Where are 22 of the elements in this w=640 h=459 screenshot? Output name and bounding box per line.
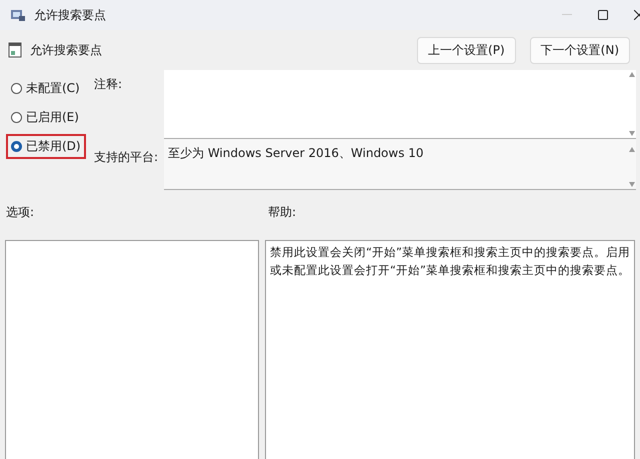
comment-field[interactable] xyxy=(164,70,636,139)
setting-title: 允许搜索要点 xyxy=(30,42,103,58)
radio-option[interactable]: 已禁用(D) xyxy=(6,134,86,159)
maximize-icon[interactable] xyxy=(598,10,608,20)
comment-label: 注释: xyxy=(94,76,124,93)
policy-icon xyxy=(10,8,26,22)
platform-field: 至少为 Windows Server 2016、Windows 10 xyxy=(164,139,636,190)
scroll-up-icon[interactable] xyxy=(629,147,635,152)
nav-button[interactable]: 下一个设置(N) xyxy=(530,36,630,64)
nav-button[interactable]: 上一个设置(P) xyxy=(417,36,516,64)
window-title: 允许搜索要点 xyxy=(34,6,107,24)
scroll-up-icon[interactable] xyxy=(629,72,635,77)
options-label: 选项: xyxy=(6,204,36,221)
help-label: 帮助: xyxy=(268,204,298,221)
setting-icon xyxy=(8,42,22,58)
help-text: 禁用此设置会关闭“开始”菜单搜索框和搜索主页中的搜索要点。启用或未配置此设置会打开“开始”菜单搜索框和搜索主页中的搜索要点。 xyxy=(265,240,635,459)
radio-option[interactable]: 已启用(E) xyxy=(6,105,84,130)
platform-label: 支持的平台: xyxy=(94,149,160,166)
radio-option[interactable]: 未配置(C) xyxy=(6,76,85,101)
scroll-down-icon[interactable] xyxy=(629,131,635,136)
close-icon[interactable] xyxy=(634,10,640,20)
scroll-down-icon[interactable] xyxy=(629,182,635,187)
